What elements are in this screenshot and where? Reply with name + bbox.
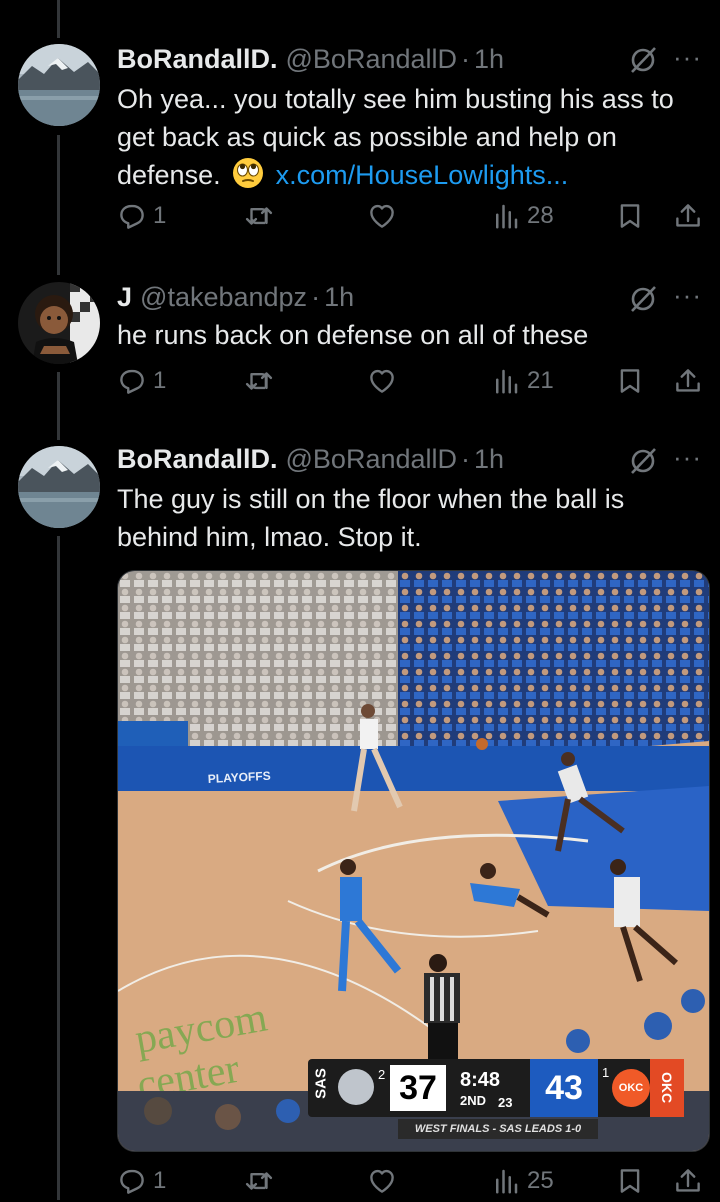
views-button[interactable]: 21 [491, 366, 554, 396]
user-handle[interactable]: @takebandpz [140, 282, 307, 313]
more-options-icon[interactable]: ··· [673, 42, 702, 73]
bookmark-button[interactable] [615, 1166, 645, 1196]
display-name[interactable]: J [117, 282, 132, 313]
series-note: WEST FINALS - SAS LEADS 1-0 [398, 1119, 598, 1139]
tweet-text-main: he runs back on defense on all of these [117, 320, 589, 350]
reply-icon [120, 1169, 144, 1194]
views-chart-icon [496, 369, 518, 394]
reply-count: 1 [153, 367, 167, 394]
tweet-actions: 1 28 [117, 201, 707, 237]
away-score: 37 [390, 1065, 446, 1111]
home-abbr: OKC [650, 1059, 684, 1117]
tweet-text: he runs back on defense on all of these [117, 316, 702, 354]
grok-icon[interactable] [628, 45, 658, 75]
display-name[interactable]: BoRandallD. [117, 444, 278, 475]
separator-dot: · [461, 44, 471, 74]
repost-button[interactable] [244, 366, 280, 396]
heart-icon [370, 1169, 394, 1193]
reply-button[interactable]: 1 [117, 201, 166, 231]
user-handle[interactable]: @BoRandallD [286, 444, 458, 475]
more-options-icon[interactable]: ··· [673, 442, 702, 473]
grok-icon[interactable] [628, 446, 658, 476]
bookmark-icon [620, 204, 640, 228]
tweet-header: BoRandallD. @BoRandallD · 1h [117, 44, 504, 75]
views-count: 21 [527, 367, 554, 394]
share-button[interactable] [673, 1166, 703, 1196]
scorebug: SAS 2 37 8:48 2ND 23 43 1 OKC OKC WEST F… [308, 1059, 684, 1145]
tweet-header: J @takebandpz · 1h [117, 282, 354, 313]
tweet-video[interactable]: PLAYOFFS paycom center SAS 2 37 8:48 2ND… [117, 570, 710, 1152]
spurs-logo-icon [338, 1069, 374, 1105]
bookmark-icon [620, 1169, 640, 1193]
reply-icon [120, 369, 144, 394]
tweet-actions: 1 25 [117, 1166, 707, 1202]
views-button[interactable]: 28 [491, 201, 554, 231]
timestamp[interactable]: 1h [474, 444, 504, 475]
separator-dot: · [461, 444, 471, 474]
more-options-icon[interactable]: ··· [673, 280, 702, 311]
repost-icon [245, 372, 273, 390]
heart-icon [370, 204, 394, 228]
tweet[interactable]: J @takebandpz · 1h ··· he runs back on d… [0, 270, 720, 434]
away-timeouts: 2 [378, 1067, 386, 1082]
views-count: 28 [527, 202, 554, 229]
views-chart-icon [496, 1169, 518, 1194]
tweet-text-main: The guy is still on the floor when the b… [117, 484, 625, 552]
avatar[interactable] [18, 282, 100, 364]
reply-count: 1 [153, 202, 167, 229]
separator-dot: · [311, 282, 321, 312]
tweet-text: The guy is still on the floor when the b… [117, 480, 702, 556]
reply-button[interactable]: 1 [117, 1166, 166, 1196]
avatar[interactable] [18, 446, 100, 528]
repost-icon [245, 207, 273, 225]
like-button[interactable] [367, 366, 403, 396]
okc-logo-icon: OKC [612, 1069, 650, 1107]
reply-button[interactable]: 1 [117, 366, 166, 396]
bookmark-button[interactable] [615, 366, 645, 396]
timestamp[interactable]: 1h [474, 44, 504, 75]
bookmark-icon [620, 369, 640, 393]
home-score: 43 [530, 1059, 598, 1117]
game-clock: 8:48 [460, 1069, 501, 1091]
shot-clock: 23 [498, 1095, 513, 1110]
period: 2ND [460, 1093, 487, 1108]
tweet-actions: 1 21 [117, 366, 707, 402]
views-count: 25 [527, 1167, 554, 1194]
repost-button[interactable] [244, 1166, 280, 1196]
timestamp[interactable]: 1h [324, 282, 354, 313]
heart-icon [370, 369, 394, 393]
tweet-text: Oh yea... you totally see him busting hi… [117, 80, 702, 194]
reply-count: 1 [153, 1167, 167, 1194]
views-chart-icon [496, 204, 518, 229]
display-name[interactable]: BoRandallD. [117, 44, 278, 75]
home-timeouts: 1 [602, 1065, 610, 1080]
like-button[interactable] [367, 1166, 403, 1196]
repost-button[interactable] [244, 201, 280, 231]
share-icon [676, 1169, 700, 1192]
tweet-link[interactable]: x.com/HouseLowlights... [276, 160, 569, 190]
reply-icon [120, 204, 144, 229]
share-button[interactable] [673, 366, 703, 396]
repost-icon [245, 1172, 273, 1190]
bookmark-button[interactable] [615, 201, 645, 231]
tweet[interactable]: BoRandallD. @BoRandallD · 1h ··· Oh yea.… [0, 0, 720, 270]
share-button[interactable] [673, 201, 703, 231]
views-button[interactable]: 25 [491, 1166, 554, 1196]
share-icon [676, 369, 700, 392]
grok-icon[interactable] [628, 284, 658, 314]
tweet-header: BoRandallD. @BoRandallD · 1h [117, 444, 504, 475]
away-abbr: SAS [312, 1068, 330, 1099]
rolling-eyes-emoji-icon [233, 158, 264, 188]
basketball [476, 738, 488, 750]
avatar[interactable] [18, 44, 100, 126]
user-handle[interactable]: @BoRandallD [286, 44, 458, 75]
share-icon [676, 204, 700, 227]
like-button[interactable] [367, 201, 403, 231]
